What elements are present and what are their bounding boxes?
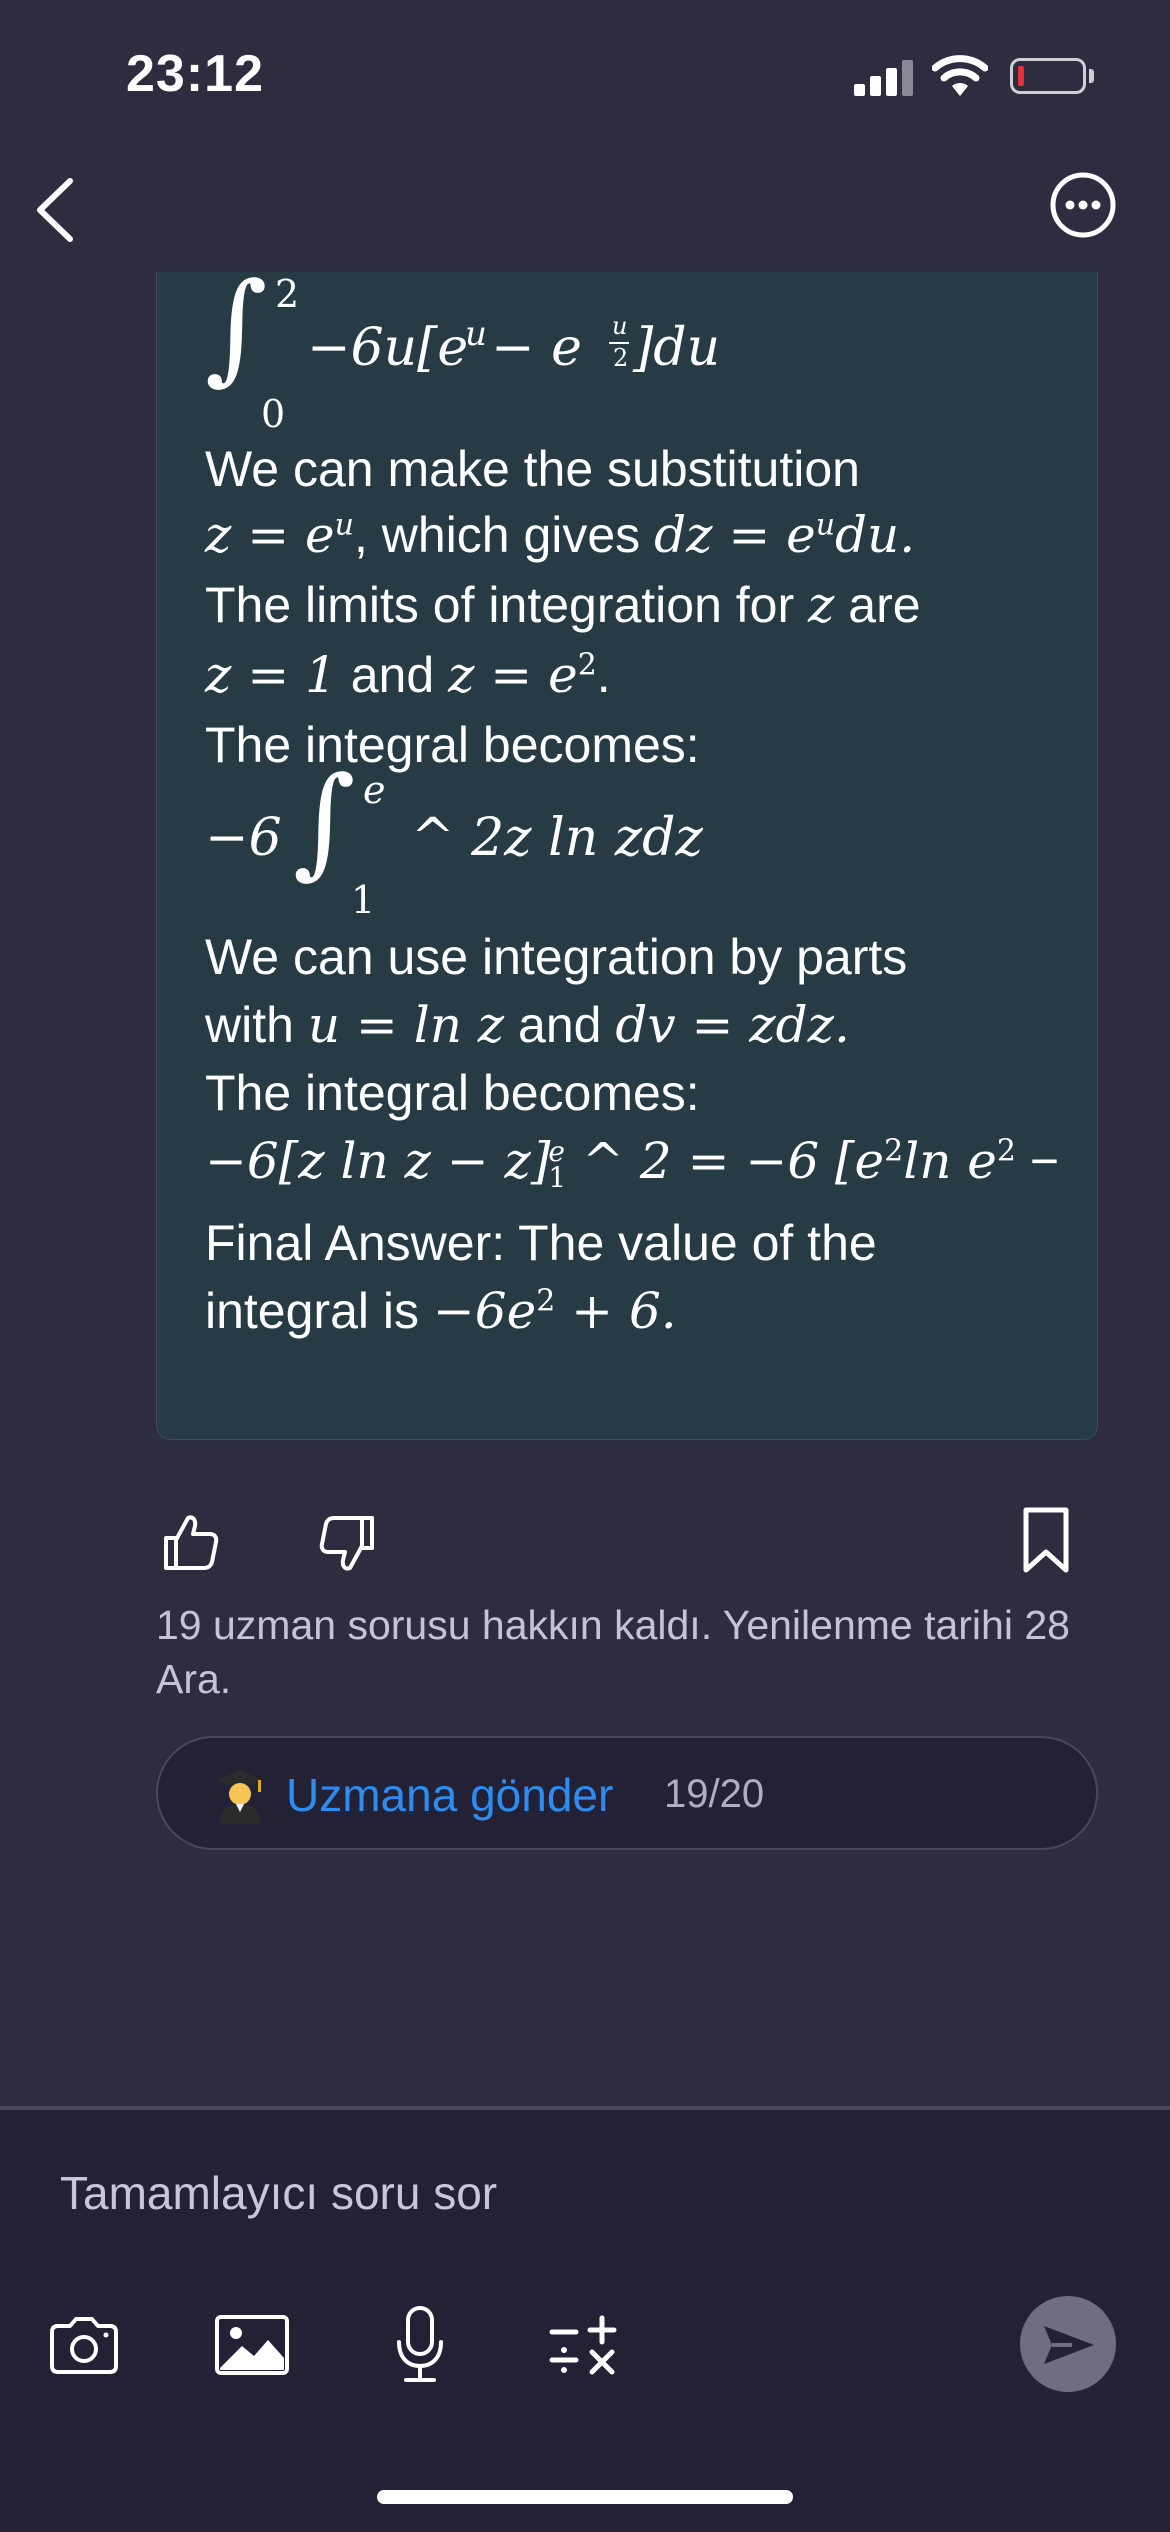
- math-var: z: [808, 576, 835, 634]
- text-span: are: [834, 577, 921, 633]
- integrand-exponent: u: [465, 314, 487, 354]
- send-to-expert-button[interactable]: Uzmana gönder 19/20: [156, 1736, 1098, 1850]
- graduate-emoji-icon: [218, 1770, 262, 1824]
- text-span: and: [336, 647, 449, 703]
- integral-expression-2: −6 ∫ e 1 ^ 2z ln zdz: [205, 752, 905, 922]
- text-span: and: [504, 997, 616, 1053]
- math-expr: ^ 2 = −6 [e: [566, 1132, 885, 1190]
- text-line-1: We can make the substitution: [205, 441, 860, 497]
- text-span: with: [205, 997, 308, 1053]
- integrand-part-2: − e: [491, 318, 582, 378]
- more-options-icon[interactable]: [1048, 170, 1118, 240]
- integrand-part: −6u[e: [307, 318, 469, 378]
- cellular-signal-icon: [854, 60, 914, 96]
- text-line-11: integral is −6e2 + 6.: [205, 1282, 677, 1340]
- integral-upper-limit: 2: [275, 272, 300, 316]
- math-expr: du.: [835, 506, 916, 564]
- math-expr: ln e: [903, 1132, 997, 1190]
- text-line-6: We can use integration by parts: [205, 929, 908, 985]
- math-sup: 2: [536, 1283, 556, 1319]
- fraction-denominator: 2: [613, 344, 629, 372]
- follow-up-question-input[interactable]: Tamamlayıcı soru sor: [60, 2166, 497, 2220]
- text-span: .: [596, 647, 611, 703]
- battery-icon: [1010, 58, 1086, 94]
- math-operators-icon[interactable]: [546, 2310, 620, 2380]
- math-expr: dz = e: [654, 506, 816, 564]
- text-span: The limits of integration for: [205, 577, 809, 633]
- text-line-10: Final Answer: The value of the: [205, 1215, 877, 1271]
- math-expr: −6e: [432, 1282, 537, 1340]
- bookmark-icon[interactable]: [1022, 1506, 1070, 1574]
- math-expr: + 6.: [555, 1282, 677, 1340]
- integral-upper-limit: e: [363, 768, 386, 812]
- thumbs-up-icon[interactable]: [160, 1512, 220, 1574]
- fraction-numerator: u: [612, 312, 628, 340]
- math-sup: 2: [577, 647, 597, 683]
- text-line-2: z = eu, which gives dz = eudu.: [205, 506, 915, 564]
- text-line-4: z = 1 and z = e2.: [205, 646, 611, 704]
- camera-icon[interactable]: [48, 2316, 120, 2374]
- integral-coefficient: −6: [205, 808, 282, 868]
- math-sup: u: [815, 507, 836, 543]
- math-expr: z = e: [205, 506, 335, 564]
- text-line-9: −6[z ln z − z] e 1 ^ 2 = −6 [e2ln e2 −: [205, 1132, 1097, 1191]
- status-time: 23:12: [126, 45, 264, 103]
- microphone-icon[interactable]: [394, 2304, 446, 2384]
- math-expr: z = e: [448, 646, 578, 704]
- expert-quota-text: 19 uzman sorusu hakkın kaldı. Yenilenme …: [156, 1602, 1070, 1702]
- text-line-8: The integral becomes:: [205, 1065, 700, 1121]
- integral-lower-limit: 1: [351, 878, 376, 922]
- send-button[interactable]: [1020, 2296, 1116, 2392]
- math-sup: 2: [884, 1133, 904, 1169]
- text-line-3: The limits of integration for z are: [205, 576, 921, 634]
- text-span: integral is: [205, 1283, 433, 1339]
- text-span: −: [1016, 1133, 1060, 1189]
- send-to-expert-label: Uzmana gönder: [286, 1769, 614, 1821]
- wifi-icon: [932, 55, 988, 96]
- integral-expression: ∫ 2 0 −6u[e u − e u 2 ]du: [205, 258, 905, 436]
- expert-count: 19/20: [664, 1772, 765, 1816]
- math-sup: 2: [996, 1133, 1016, 1169]
- image-icon[interactable]: [214, 2314, 290, 2376]
- math-expr: dv = zdz.: [615, 996, 850, 1054]
- integral-sign: ∫: [293, 752, 356, 891]
- thumbs-down-icon[interactable]: [318, 1512, 378, 1574]
- math-expr: u = ln z: [307, 996, 505, 1054]
- integral-sign: ∫: [205, 258, 268, 397]
- text-span: , which gives: [353, 507, 655, 563]
- answer-card: ∫ 2 0 −6u[e u − e u 2 ]du We can make th…: [156, 258, 1098, 1440]
- math-expr: −6[z ln z − z]: [205, 1132, 551, 1190]
- back-chevron-icon[interactable]: [30, 175, 80, 245]
- integrand-close: ]du: [633, 318, 721, 378]
- text-line-7: with u = ln z and dv = zdz.: [205, 996, 850, 1054]
- integrand: ^ 2z ln zdz: [411, 808, 703, 868]
- battery-tip: [1089, 69, 1094, 83]
- integral-lower-limit: 0: [261, 392, 286, 436]
- bracket-limits: e1: [548, 1137, 567, 1191]
- math-expr: z = 1: [205, 646, 337, 704]
- send-icon: [1044, 2326, 1094, 2364]
- math-sub: 1: [548, 1160, 567, 1191]
- home-indicator: [377, 2490, 793, 2504]
- math-sup: u: [334, 507, 354, 543]
